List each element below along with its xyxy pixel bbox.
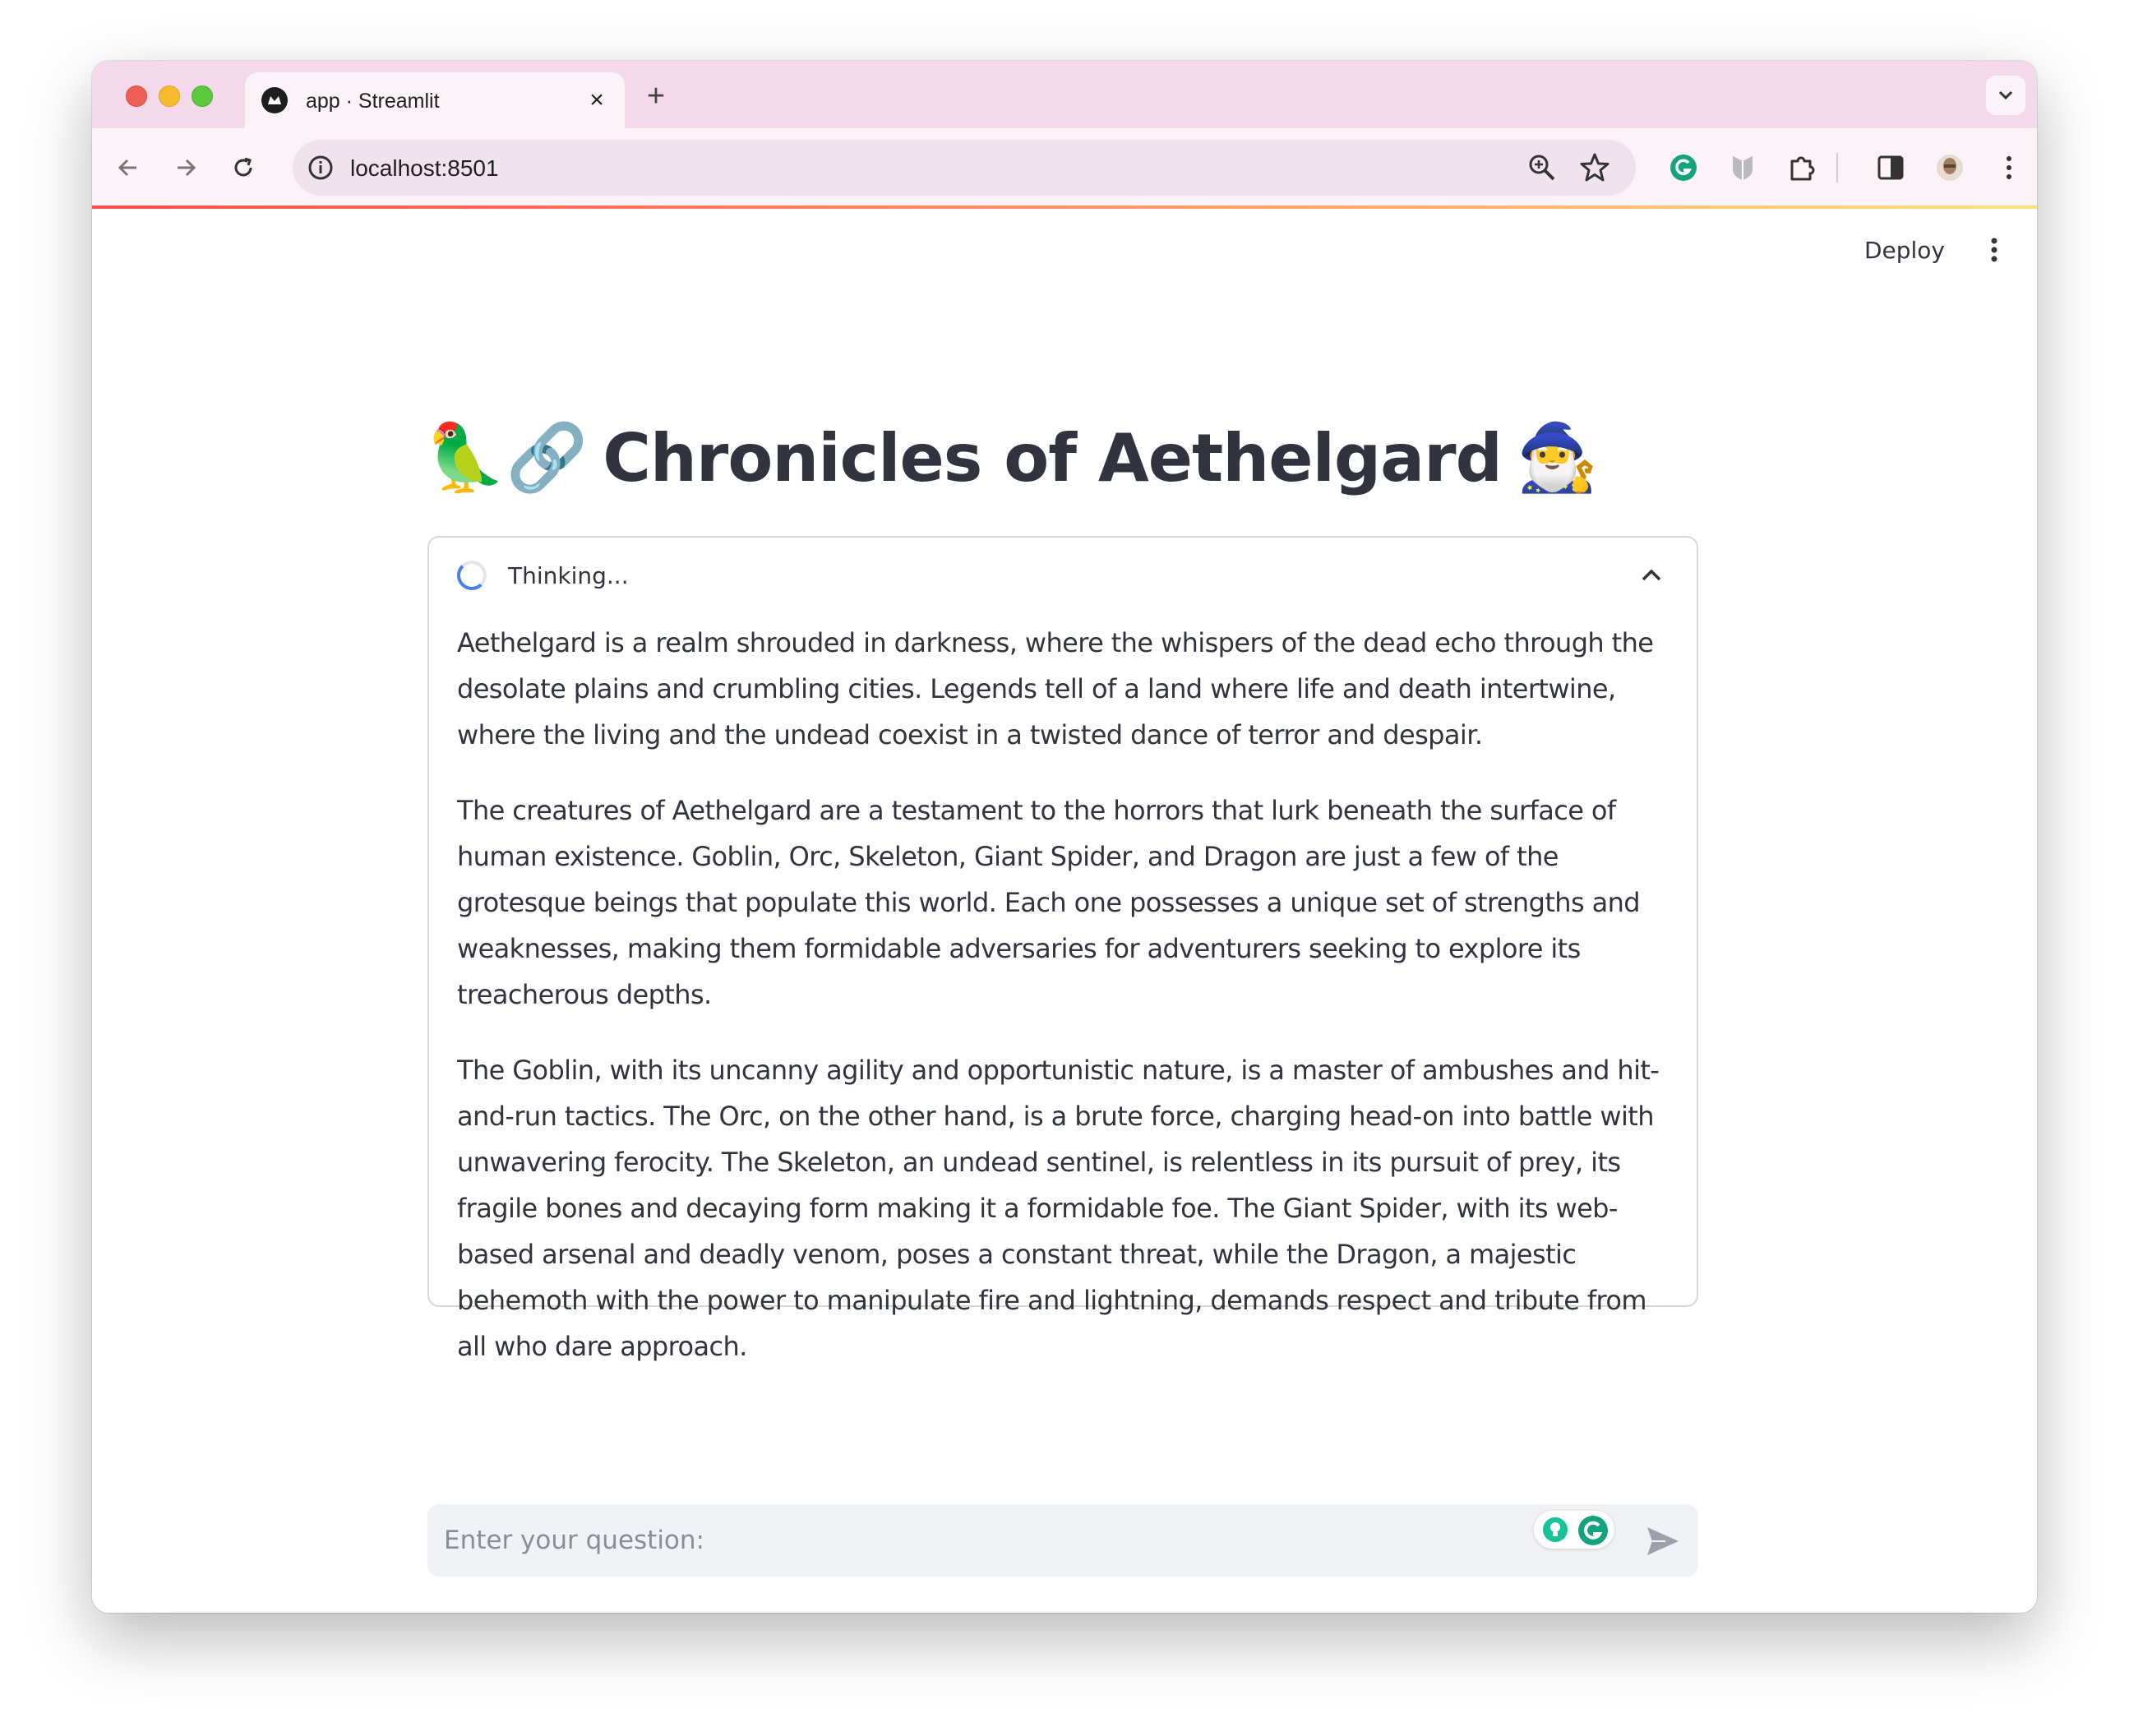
grammarly-extension-icon[interactable]: [1664, 148, 1703, 187]
new-tab-button[interactable]: +: [641, 81, 671, 112]
bookmark-star-icon[interactable]: [1578, 151, 1611, 184]
send-icon[interactable]: [1644, 1522, 1682, 1560]
side-panel-icon[interactable]: [1871, 148, 1910, 187]
wizard-emoji: 🧙‍♂️: [1516, 421, 1599, 494]
spinner-icon: [457, 561, 487, 590]
profile-avatar-icon[interactable]: [1930, 148, 1970, 187]
shield-extension-icon[interactable]: [1723, 148, 1762, 187]
parrot-link-emoji: 🦜🔗: [424, 421, 589, 494]
page-title: Chronicles of Aethelgard: [603, 419, 1503, 496]
chat-input[interactable]: Enter your question:: [427, 1504, 1698, 1577]
site-info-icon[interactable]: [304, 151, 337, 184]
browser-toolbar: localhost:8501: [92, 128, 2037, 207]
page-title-row: 🦜🔗 Chronicles of Aethelgard 🧙‍♂️: [424, 413, 1598, 503]
tab-strip: app · Streamlit × +: [92, 61, 2037, 128]
status-expander: Thinking... Aethelgard is a realm shroud…: [427, 536, 1698, 1362]
toolbar-divider: [1836, 153, 1838, 182]
story-paragraph: Aethelgard is a realm shrouded in darkne…: [457, 627, 1654, 750]
zoom-icon[interactable]: [1527, 153, 1557, 182]
story-paragraph: The creatures of Aethelgard are a testam…: [457, 795, 1641, 1010]
reload-icon[interactable]: [224, 148, 263, 187]
forward-arrow-icon[interactable]: [166, 148, 206, 187]
browser-tab-active[interactable]: app · Streamlit ×: [245, 72, 625, 128]
tab-close-icon[interactable]: ×: [584, 87, 610, 113]
close-window-button[interactable]: [126, 85, 147, 107]
browser-window: app · Streamlit × + localhost:8501 Deplo…: [92, 61, 2037, 1613]
grammarly-widget[interactable]: [1534, 1511, 1614, 1549]
address-bar[interactable]: localhost:8501: [293, 140, 1636, 196]
tab-search-chevron-icon[interactable]: [1986, 76, 2025, 115]
main-menu-icon[interactable]: [1978, 233, 2011, 266]
expander-body: Aethelgard is a realm shrouded in darkne…: [457, 620, 1674, 1399]
status-label[interactable]: Thinking...: [508, 562, 629, 589]
chevron-up-icon[interactable]: [1639, 566, 1664, 585]
maximize-window-button[interactable]: [192, 85, 213, 107]
grammarly-logo-icon[interactable]: [1577, 1514, 1609, 1547]
chat-input-placeholder[interactable]: Enter your question:: [444, 1526, 704, 1555]
app-content: Deploy 🦜🔗 Chronicles of Aethelgard 🧙‍♂️ …: [92, 209, 2037, 1613]
browser-menu-icon[interactable]: [1989, 148, 2029, 187]
tab-title: app · Streamlit: [306, 90, 440, 113]
lightbulb-icon[interactable]: [1542, 1517, 1568, 1543]
deploy-button[interactable]: Deploy: [1864, 237, 1945, 264]
url-text[interactable]: localhost:8501: [350, 155, 499, 182]
streamlit-favicon-icon: [261, 87, 288, 113]
story-paragraph: The Goblin, with its uncanny agility and…: [457, 1055, 1660, 1362]
minimize-window-button[interactable]: [159, 85, 180, 107]
back-arrow-icon[interactable]: [109, 148, 148, 187]
extensions-puzzle-icon[interactable]: [1782, 148, 1822, 187]
